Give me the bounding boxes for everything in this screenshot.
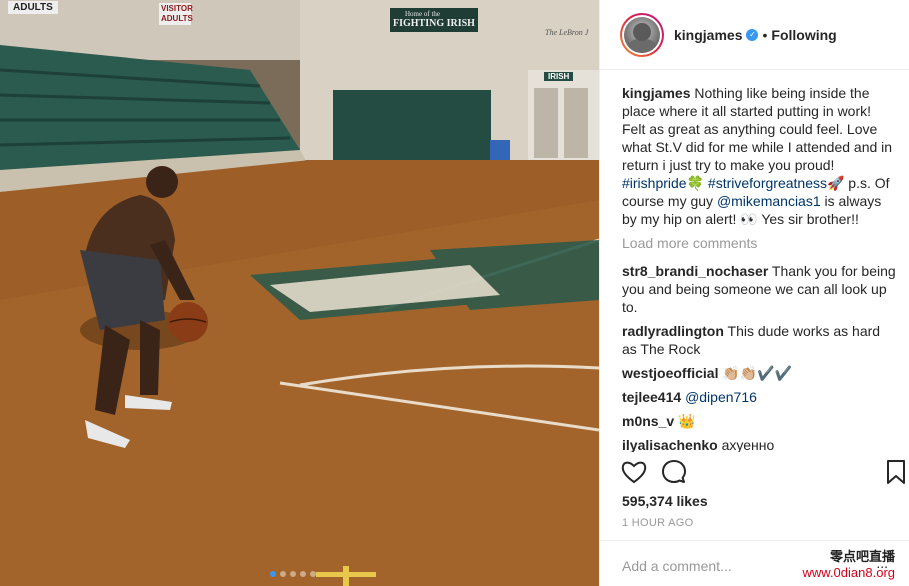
- rocket-emoji: 🚀: [826, 175, 845, 191]
- comment-username[interactable]: m0ns_v: [622, 413, 674, 429]
- comment: westjoeofficial 👏🏼👏🏼✔️✔️: [622, 364, 898, 382]
- sign-adults: ADULTS: [8, 1, 58, 14]
- heart-icon[interactable]: [620, 458, 648, 486]
- header-separator: •: [762, 26, 768, 43]
- carousel-dot[interactable]: [310, 571, 316, 577]
- banner-fighting-irish: FIGHTING IRISH: [393, 18, 475, 29]
- comment-username[interactable]: radlyradlington: [622, 323, 724, 339]
- post-caption: kingjames Nothing like being inside the …: [622, 84, 898, 228]
- verified-badge-icon: ✓: [746, 28, 759, 41]
- post-side-panel: kingjames ✓ • Following kingjames Nothin…: [599, 0, 909, 586]
- comment: tejlee414 @dipen716: [622, 388, 898, 406]
- comment-username[interactable]: westjoeofficial: [622, 365, 718, 381]
- wall-lebron-text: The LeBron J: [545, 28, 589, 37]
- watermark: 零点吧直播 www.0dian8.org: [803, 550, 896, 580]
- comment-username[interactable]: str8_brandi_nochaser: [622, 263, 768, 279]
- comment: str8_brandi_nochaser Thank you for being…: [622, 262, 898, 316]
- banner-home-of: Home of the: [405, 10, 440, 18]
- comments-list[interactable]: kingjames Nothing like being inside the …: [622, 84, 898, 452]
- following-button[interactable]: Following: [771, 27, 836, 43]
- like-count[interactable]: 595,374 likes: [622, 493, 708, 509]
- door-irish-sign: IRISH: [544, 72, 574, 81]
- comment-text: 👑: [674, 413, 696, 429]
- avatar[interactable]: [620, 12, 664, 57]
- clover-emoji: 🍀: [686, 175, 705, 191]
- sign-visitor-adults: VISITOR ADULTS: [159, 3, 193, 25]
- caption-username[interactable]: kingjames: [622, 85, 690, 101]
- comment-text: 👏🏼👏🏼✔️✔️: [718, 365, 793, 381]
- comment-username[interactable]: tejlee414: [622, 389, 681, 405]
- hashtag-irishpride[interactable]: #irishpride: [622, 175, 687, 191]
- comment-icon[interactable]: [660, 458, 688, 486]
- carousel-dot[interactable]: [280, 571, 286, 577]
- mention-dipen716[interactable]: @dipen716: [685, 389, 757, 405]
- carousel-dot[interactable]: [270, 571, 276, 577]
- post-timestamp[interactable]: 1 HOUR AGO: [622, 517, 693, 529]
- hashtag-striveforgreatness[interactable]: #striveforgreatness: [708, 175, 827, 191]
- bookmark-icon[interactable]: [882, 458, 909, 486]
- comment: m0ns_v 👑: [622, 412, 898, 430]
- add-comment-input[interactable]: [622, 558, 822, 574]
- carousel-dot[interactable]: [300, 571, 306, 577]
- watermark-url: www.0dian8.org: [802, 565, 896, 580]
- comment: radlyradlington This dude works as hard …: [622, 322, 898, 358]
- watermark-cn: 零点吧直播: [829, 550, 895, 565]
- comment: ilyalisachenko ахуенно: [622, 436, 898, 452]
- mention-mikemancias1[interactable]: @mikemancias1: [717, 193, 821, 209]
- load-more-comments-button[interactable]: Load more comments: [622, 234, 898, 252]
- carousel-indicator: [270, 571, 316, 577]
- comment-text: ахуенно: [717, 437, 775, 452]
- post-header: kingjames ✓ • Following: [600, 0, 909, 70]
- carousel-dot[interactable]: [290, 571, 296, 577]
- post-photo[interactable]: ADULTS VISITOR ADULTS Home of the FIGHTI…: [0, 0, 599, 586]
- gym-scene: [0, 0, 599, 586]
- action-bar: [620, 458, 909, 486]
- avatar-image: [624, 16, 660, 53]
- comment-username[interactable]: ilyalisachenko: [622, 437, 718, 452]
- header-username[interactable]: kingjames: [674, 27, 742, 43]
